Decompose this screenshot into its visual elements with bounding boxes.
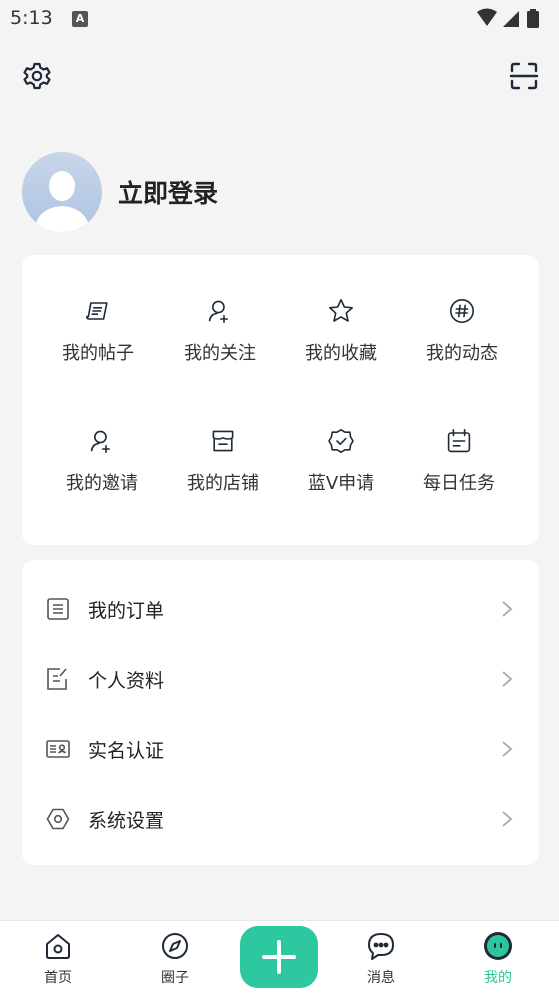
- nav-item-mine[interactable]: 我的: [458, 921, 538, 995]
- menu-row-label: 个人资料: [88, 669, 165, 692]
- grid-item-label: 我的店铺: [187, 473, 259, 494]
- nav-item-label: 首页: [44, 970, 72, 986]
- grid-item-my-invites[interactable]: 我的邀请: [42, 385, 162, 495]
- chevron-right-icon: [502, 671, 513, 687]
- hashtag-icon: [450, 299, 474, 323]
- hexagon-settings-icon: [46, 808, 70, 830]
- home-icon: [46, 934, 70, 959]
- grid-item-label: 我的邀请: [66, 473, 138, 494]
- menu-row-label: 实名认证: [88, 739, 165, 762]
- store-icon: [212, 430, 234, 452]
- default-avatar-icon: [34, 171, 90, 232]
- menu-row-system-settings[interactable]: 系统设置: [22, 784, 539, 854]
- badge-check-icon: [328, 429, 354, 453]
- grid-item-label: 蓝V申请: [307, 473, 375, 494]
- chevron-right-icon: [502, 811, 513, 827]
- grid-item-my-store[interactable]: 我的店铺: [163, 385, 283, 495]
- calendar-icon: [447, 429, 471, 453]
- menu-row-my-orders[interactable]: 我的订单: [22, 574, 539, 644]
- nav-item-home[interactable]: 首页: [18, 921, 98, 995]
- battery-icon: [527, 9, 539, 28]
- plus-icon: [262, 940, 296, 974]
- wifi-icon: [477, 8, 497, 26]
- nav-item-label: 消息: [367, 970, 395, 986]
- menu-row-personal-info[interactable]: 个人资料: [22, 644, 539, 714]
- chevron-right-icon: [502, 741, 513, 757]
- grid-item-label: 我的收藏: [305, 343, 377, 364]
- notification-icon: A: [72, 11, 88, 27]
- grid-item-my-favorites[interactable]: 我的收藏: [281, 255, 401, 365]
- menu-row-real-name-verification[interactable]: 实名认证: [22, 714, 539, 784]
- scan-icon[interactable]: [508, 60, 540, 92]
- post-icon: [86, 302, 108, 320]
- feature-grid-card: 我的帖子 我的关注 我的收藏 我的动态 我的邀请 我的店铺 蓝V申请 每日任务: [22, 255, 539, 545]
- menu-row-label: 我的订单: [88, 599, 165, 622]
- login-link[interactable]: 立即登录: [118, 174, 218, 210]
- grid-item-label: 我的动态: [426, 343, 498, 364]
- status-indicators: [475, 8, 545, 34]
- nav-item-label: 圈子: [161, 970, 189, 986]
- edit-doc-icon: [47, 668, 67, 690]
- nav-item-circle[interactable]: 圈子: [135, 921, 215, 995]
- grid-item-my-follows[interactable]: 我的关注: [160, 255, 280, 365]
- grid-item-my-activity[interactable]: 我的动态: [402, 255, 522, 365]
- grid-item-daily-tasks[interactable]: 每日任务: [399, 385, 519, 495]
- follow-icon: [208, 300, 228, 323]
- chat-icon: [368, 933, 394, 960]
- signal-icon: [503, 11, 519, 27]
- create-post-button[interactable]: [240, 926, 318, 988]
- grid-item-my-posts[interactable]: 我的帖子: [38, 255, 158, 365]
- avatar[interactable]: [22, 152, 102, 232]
- settings-gear-icon[interactable]: [21, 60, 53, 92]
- nav-item-messages[interactable]: 消息: [341, 921, 421, 995]
- chevron-right-icon: [502, 601, 513, 617]
- star-icon: [329, 299, 353, 322]
- grid-item-blue-v-apply[interactable]: 蓝V申请: [281, 385, 401, 495]
- menu-card: 我的订单 个人资料 实名认证 系统设置: [22, 560, 539, 865]
- profile-section: 立即登录: [22, 152, 218, 232]
- menu-row-label: 系统设置: [88, 809, 165, 832]
- order-icon: [47, 598, 69, 620]
- invite-icon: [90, 430, 110, 453]
- status-time: 5:13: [10, 7, 53, 29]
- grid-item-label: 每日任务: [423, 473, 495, 494]
- profile-face-icon: [484, 932, 512, 960]
- compass-icon: [162, 933, 188, 959]
- grid-item-label: 我的关注: [184, 343, 256, 364]
- grid-item-label: 我的帖子: [62, 343, 134, 364]
- status-bar: 5:13 A: [0, 0, 559, 40]
- id-card-icon: [46, 740, 70, 758]
- nav-item-label: 我的: [484, 970, 512, 986]
